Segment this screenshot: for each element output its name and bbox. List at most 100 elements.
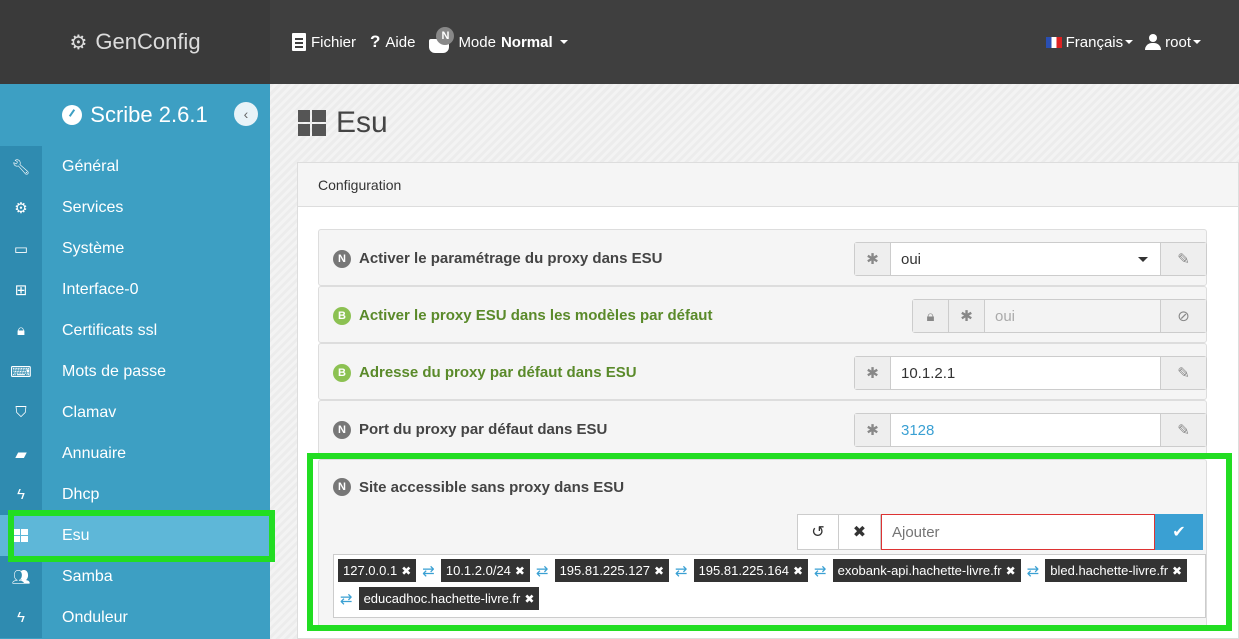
site-tag: 10.1.2.0/24 ✖ (440, 559, 530, 582)
monitor-icon: ▭ (0, 228, 42, 269)
clear-button[interactable]: ✖ (839, 514, 881, 550)
site-tag: educadhoc.hachette-livre.fr ✖ (358, 587, 540, 610)
dashboard-icon (62, 105, 83, 125)
field-row-proxy-port: N Port du proxy par défaut dans ESU ✱ 31… (318, 400, 1207, 457)
remove-tag-icon[interactable]: ✖ (1172, 564, 1182, 578)
right-menu: Français root (1045, 0, 1201, 84)
sidebar-item-samba[interactable]: 👥︎ Samba (0, 556, 270, 597)
site-tools: ↺ ✖ ✔ (797, 514, 1203, 550)
sidebar-item-interface-0[interactable]: ⊞ Interface-0 (0, 269, 270, 310)
sidebar-item-esu[interactable]: Esu (0, 515, 270, 556)
sidebar-item-onduleur[interactable]: ϟ Onduleur (0, 597, 270, 638)
chevron-down-icon (1125, 40, 1134, 44)
brand-label: GenConfig (95, 29, 201, 54)
user-icon (1145, 34, 1162, 50)
top-bar: ⚙ GenConfig Fichier ? Aide N Mode Normal… (0, 0, 1239, 84)
field-label: B Activer le proxy ESU dans les modèles … (333, 287, 712, 344)
confirm-add-button[interactable]: ✔ (1155, 514, 1203, 550)
sidebar: Scribe 2.6.1 ‹ 🔧︎ Général ⚙ Services ▭ Syst… (0, 84, 270, 639)
edit-icon[interactable]: ✎ (1160, 414, 1206, 446)
reorder-icon[interactable]: ⇄ (812, 559, 829, 582)
field-row-proxy-settings: N Activer le paramétrage du proxy dans E… (318, 229, 1207, 286)
sidebar-nav: 🔧︎ Général ⚙ Services ▭ Système ⊞ Interface-… (0, 146, 270, 638)
brand[interactable]: ⚙ GenConfig (0, 0, 270, 84)
edit-icon[interactable]: ✎ (1160, 243, 1206, 275)
mode-value: Normal (500, 33, 553, 51)
undo-button[interactable]: ↺ (797, 514, 839, 550)
language-menu[interactable]: Français (1045, 33, 1134, 51)
reorder-icon[interactable]: ⇄ (1025, 559, 1042, 582)
sidebar-item-services[interactable]: ⚙ Services (0, 187, 270, 228)
lock-icon: 🔒︎ (0, 310, 42, 351)
page-title: Esu (298, 106, 388, 140)
file-menu-label: Fichier (311, 33, 357, 51)
collapse-sidebar-button[interactable]: ‹ (234, 102, 258, 126)
normal-badge: N (333, 420, 351, 439)
file-menu[interactable]: Fichier (292, 33, 356, 51)
edit-icon[interactable]: ✎ (1160, 357, 1206, 389)
sidebar-item-systeme[interactable]: ▭ Système (0, 228, 270, 269)
sidebar-item-certificats-ssl[interactable]: 🔒︎ Certificats ssl (0, 310, 270, 351)
user-menu[interactable]: root (1145, 34, 1201, 51)
panel-title: Configuration (298, 163, 1238, 207)
reorder-icon[interactable]: ⇄ (534, 559, 551, 582)
reorder-icon[interactable]: ⇄ (673, 559, 690, 582)
windows-icon (298, 110, 326, 136)
main-content: Esu Configuration N Activer le paramétra… (270, 84, 1239, 639)
file-icon (292, 33, 306, 51)
basic-badge: B (333, 306, 351, 325)
mode-menu[interactable]: N Mode Normal (429, 27, 568, 53)
flag-icon (1045, 36, 1062, 48)
main-menu: Fichier ? Aide N Mode Normal (292, 0, 568, 84)
add-site-input[interactable] (881, 514, 1155, 550)
sidebar-item-annuaire[interactable]: ▰ Annuaire (0, 433, 270, 474)
chevron-down-icon (559, 40, 568, 44)
bolt-icon: ϟ (0, 597, 42, 638)
remove-tag-icon[interactable]: ✖ (793, 564, 803, 578)
users-icon: 👥︎ (0, 556, 42, 597)
remove-tag-icon[interactable]: ✖ (654, 564, 664, 578)
sidebar-item-clamav[interactable]: ⛉ Clamav (0, 392, 270, 433)
sidebar-title: Scribe 2.6.1 (90, 102, 208, 127)
cogs-icon: ⚙ (0, 187, 42, 228)
sidebar-item-mots-de-passe[interactable]: ⌨ Mots de passe (0, 351, 270, 392)
site-tag: bled.hachette-livre.fr ✖ (1045, 559, 1188, 582)
sidebar-item-general[interactable]: 🔧︎ Général (0, 146, 270, 187)
asterisk-icon: ✱ (855, 357, 891, 389)
field-row-proxy-address: B Adresse du proxy par défaut dans ESU ✱… (318, 343, 1207, 400)
wrench-icon: 🔧︎ (0, 146, 42, 187)
lock-icon: 🔒︎ (913, 300, 949, 332)
chevron-down-icon (1138, 256, 1148, 262)
proxy-address-field[interactable]: ✱ 10.1.2.1 ✎ (854, 356, 1207, 390)
proxy-port-field[interactable]: ✱ 3128 ✎ (854, 413, 1207, 447)
asterisk-icon: ✱ (949, 300, 985, 332)
remove-tag-icon[interactable]: ✖ (401, 564, 411, 578)
field-row-no-proxy-sites: N Site accessible sans proxy dans ESU ↺ … (318, 459, 1207, 629)
bolt-icon: ϟ (0, 474, 42, 515)
mode-badge: N (436, 27, 455, 45)
reorder-icon[interactable]: ⇄ (338, 587, 355, 610)
disabled-icon: ⊘ (1160, 300, 1206, 332)
field-label: N Port du proxy par défaut dans ESU (333, 401, 607, 458)
proxy-default-models-field: 🔒︎ ✱ oui ⊘ (912, 299, 1207, 333)
remove-tag-icon[interactable]: ✖ (1006, 564, 1016, 578)
remove-tag-icon[interactable]: ✖ (515, 564, 525, 578)
field-row-proxy-default-models: B Activer le proxy ESU dans les modèles … (318, 286, 1207, 343)
remove-tag-icon[interactable]: ✖ (524, 592, 534, 606)
field-label: N Activer le paramétrage du proxy dans E… (333, 230, 662, 287)
site-tag-list: 127.0.0.1 ✖ ⇄ 10.1.2.0/24 ✖ ⇄ 195.81.225.1… (333, 554, 1206, 618)
normal-badge: N (333, 249, 351, 268)
reorder-icon[interactable]: ⇄ (420, 559, 437, 582)
site-tag: 195.81.225.164 ✖ (693, 559, 809, 582)
help-menu[interactable]: ? Aide (370, 32, 415, 52)
help-menu-label: Aide (385, 33, 416, 51)
page-title-text: Esu (336, 106, 388, 139)
sidebar-item-dhcp[interactable]: ϟ Dhcp (0, 474, 270, 515)
cogs-icon: ⚙ (69, 31, 88, 54)
field-label: B Adresse du proxy par défaut dans ESU (333, 344, 637, 401)
windows-icon (0, 515, 42, 556)
language-label: Français (1065, 33, 1124, 51)
mode-label: Mode (458, 33, 496, 51)
question-icon: ? (370, 32, 381, 51)
proxy-settings-select[interactable]: ✱ oui ✎ (854, 242, 1207, 276)
